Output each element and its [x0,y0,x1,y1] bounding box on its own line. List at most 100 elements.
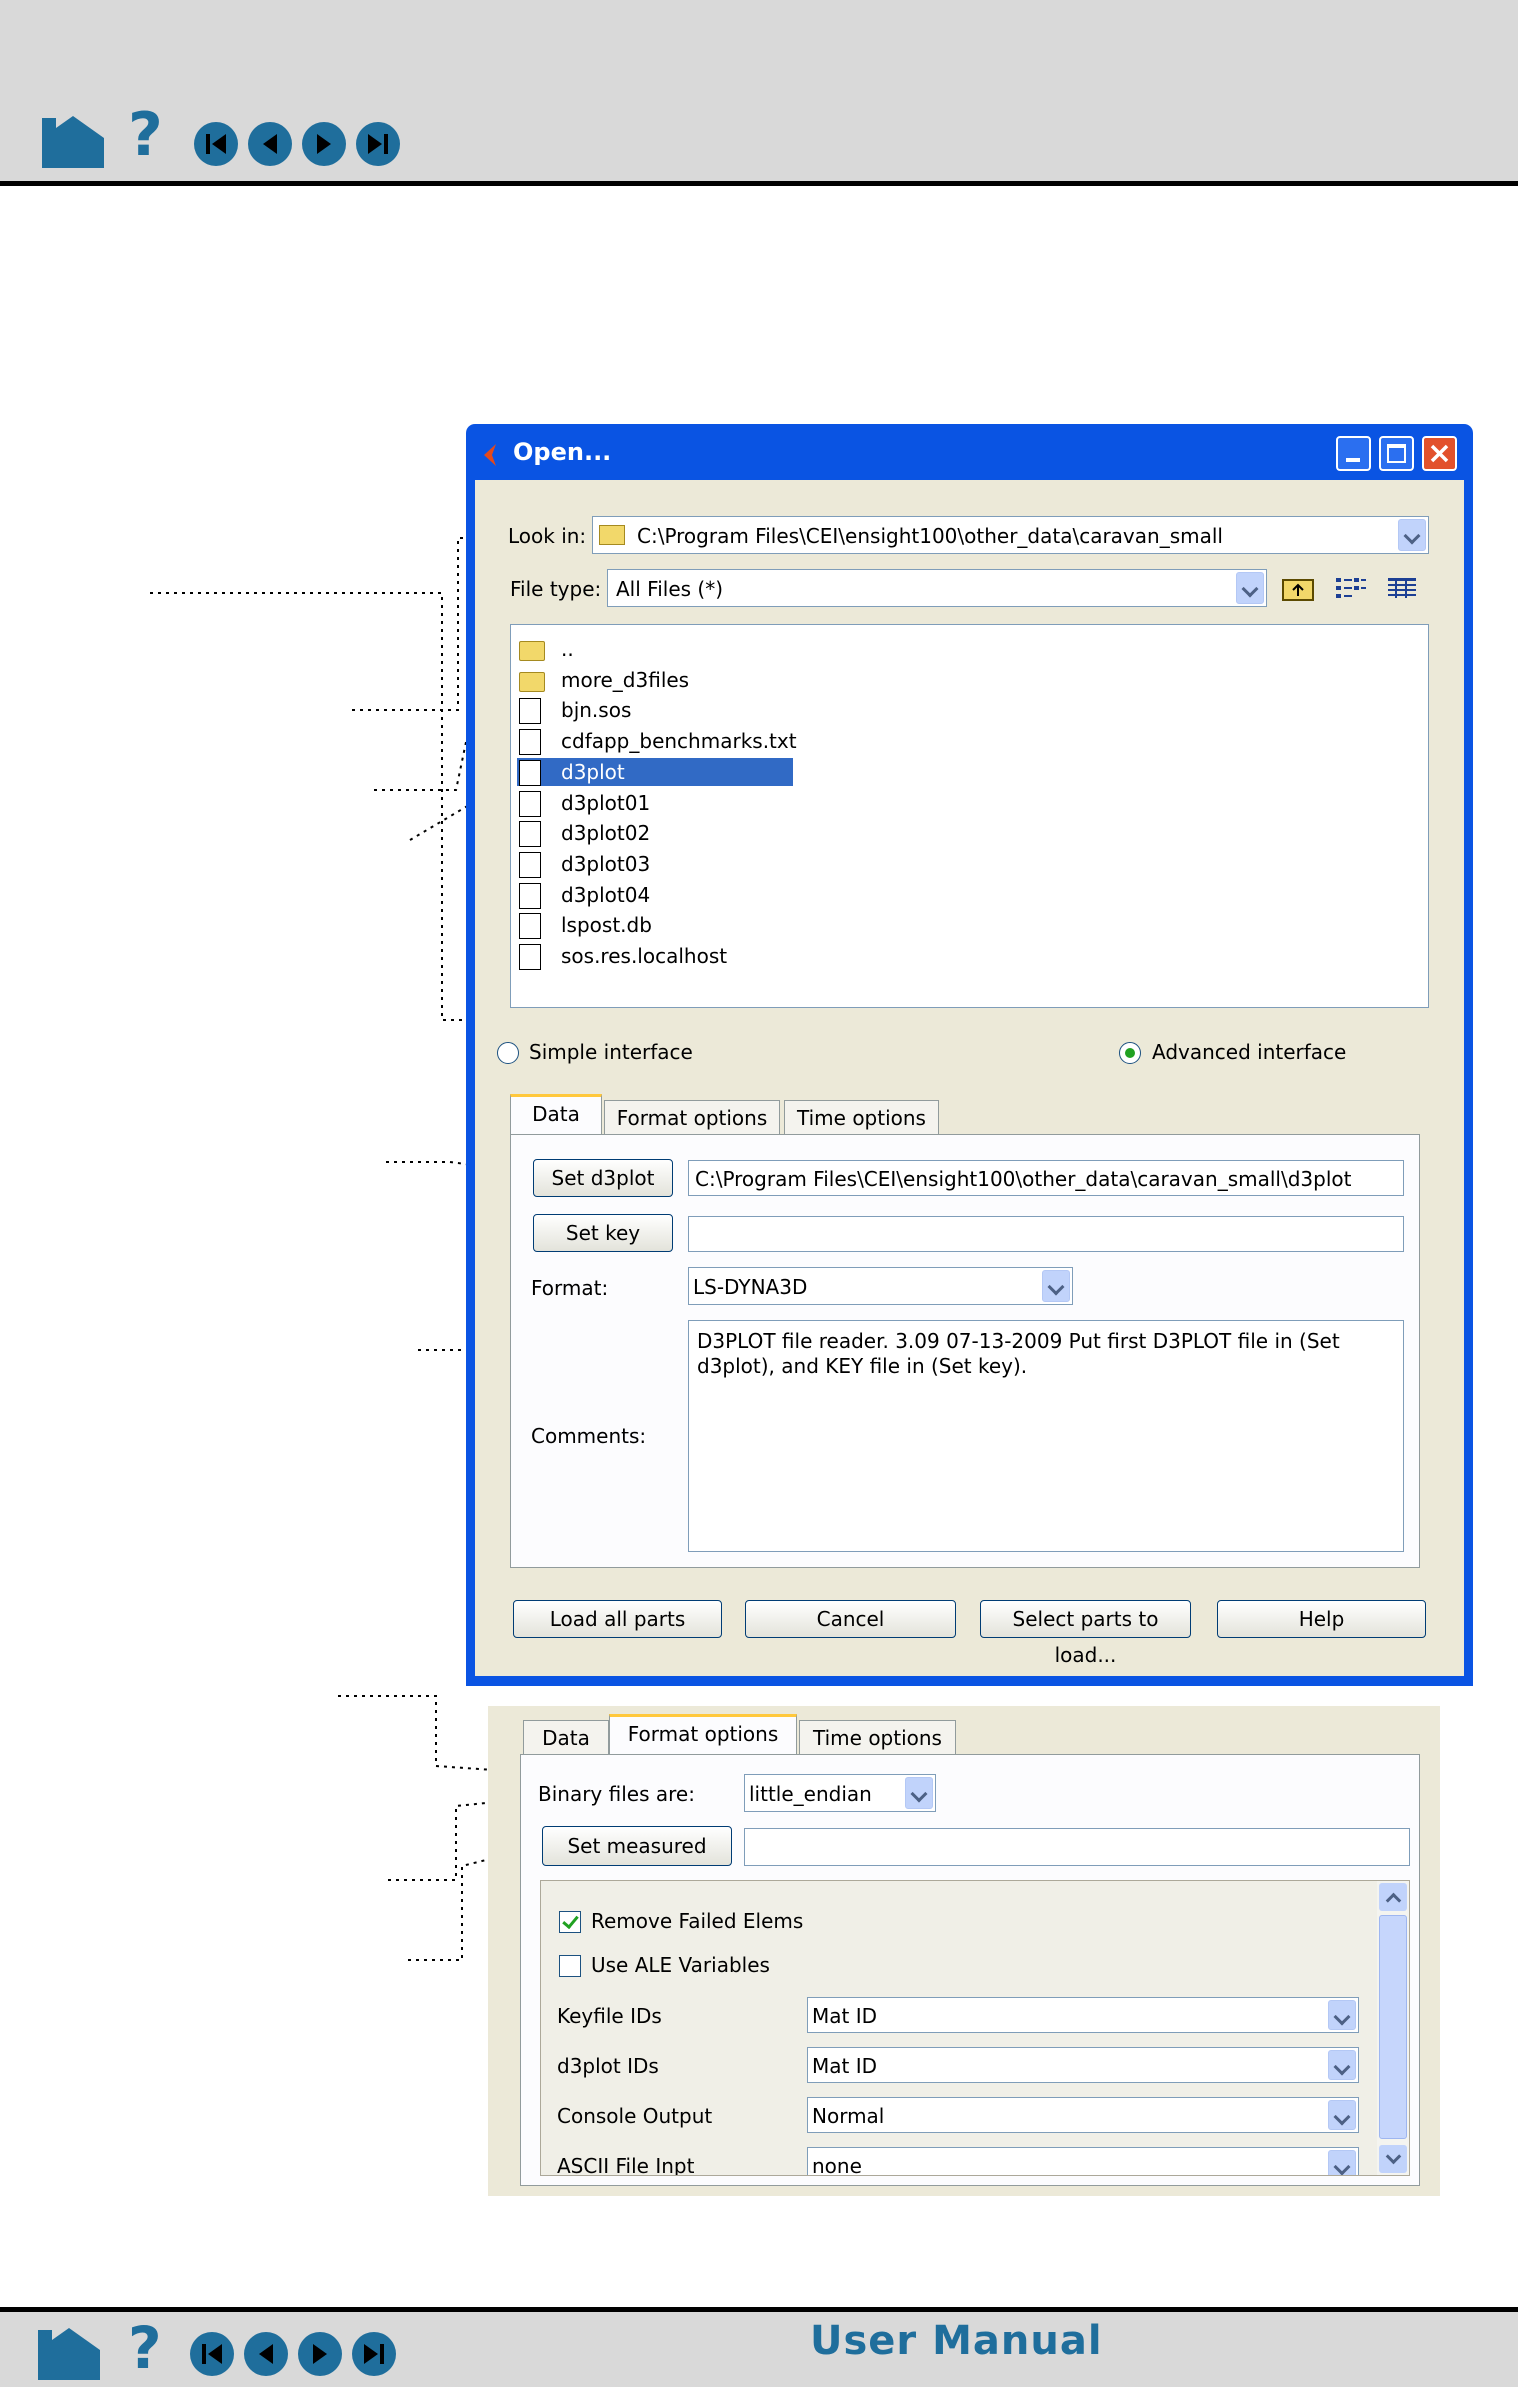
look-in-label: Look in: [508,524,587,548]
binary-files-value: little_endian [749,1782,872,1806]
option-value: Mat ID [812,2054,878,2078]
use-ale-label: Use ALE Variables [591,1953,770,1977]
scrollbar[interactable] [1377,1881,1409,2175]
advanced-interface-radio[interactable] [1119,1042,1141,1064]
chevron-down-icon[interactable] [905,1777,933,1809]
details-view-icon[interactable] [1387,576,1417,600]
tab-time-options[interactable]: Time options [799,1720,956,1756]
tab-format-options[interactable]: Format options [604,1100,780,1136]
tab-time-options[interactable]: Time options [784,1100,939,1136]
scroll-thumb[interactable] [1379,1915,1407,2139]
minimize-button[interactable] [1336,436,1371,471]
look-in-value: C:\Program Files\CEI\ensight100\other_da… [637,524,1223,548]
option-combo[interactable]: none [807,2147,1359,2176]
tab-data[interactable]: Data [510,1094,602,1134]
prev-page-icon[interactable] [244,2332,288,2376]
file-list[interactable]: .. more_d3files bjn.sos cdfapp_benchmarks.t… [510,624,1429,1008]
first-page-icon[interactable] [190,2332,234,2376]
option-label: Keyfile IDs [557,2004,662,2028]
select-parts-button[interactable]: Select parts to load... [980,1600,1191,1667]
set-measured-button[interactable]: Set measured [542,1826,732,1866]
list-item[interactable]: more_d3files [517,666,817,694]
chevron-down-icon[interactable] [1328,2000,1356,2030]
option-combo[interactable]: Mat ID [807,2047,1359,2083]
list-item[interactable]: bjn.sos [517,696,817,725]
app-logo-icon [484,444,496,466]
list-item[interactable]: d3plot [516,756,794,787]
list-item[interactable]: cdfapp_benchmarks.txt [517,727,817,756]
list-item-label: sos.res.localhost [561,944,728,968]
file-icon [519,790,541,817]
list-item-label: lspost.db [561,913,652,938]
list-item[interactable]: .. [517,635,817,663]
cancel-button[interactable]: Cancel [745,1600,956,1638]
option-combo[interactable]: Mat ID [807,1997,1359,2033]
chevron-down-icon[interactable] [1328,2150,1356,2175]
close-button[interactable] [1422,436,1457,471]
list-item[interactable]: d3plot02 [517,819,817,848]
dialog-title: Open... [513,438,612,466]
chevron-down-icon[interactable] [1398,519,1426,551]
remove-failed-checkbox[interactable] [559,1911,581,1933]
advanced-interface-label: Advanced interface [1152,1040,1347,1064]
list-item[interactable]: sos.res.localhost [517,942,817,970]
file-icon [519,851,541,878]
list-item[interactable]: d3plot04 [517,881,817,909]
folder-icon [519,641,545,661]
binary-files-label: Binary files are: [538,1782,695,1806]
format-value: LS-DYNA3D [693,1275,808,1299]
chevron-down-icon[interactable] [1042,1270,1070,1302]
remove-failed-label: Remove Failed Elems [591,1909,804,1933]
look-in-combo[interactable]: C:\Program Files\CEI\ensight100\other_da… [592,516,1429,554]
next-page-icon[interactable] [298,2332,342,2376]
chevron-down-icon[interactable] [1328,2100,1356,2130]
option-combo[interactable]: Normal [807,2097,1359,2133]
scroll-down-button[interactable] [1379,2145,1407,2173]
option-value: none [812,2154,862,2176]
comments-textarea[interactable]: D3PLOT file reader. 3.09 07-13-2009 Put … [688,1320,1404,1552]
scroll-up-button[interactable] [1379,1883,1407,1911]
folder-icon [599,525,625,545]
tab-data[interactable]: Data [523,1720,609,1756]
list-item-label: d3plot01 [561,790,651,815]
key-path-field[interactable] [688,1216,1404,1252]
last-page-icon[interactable] [352,2332,396,2376]
list-item[interactable]: lspost.db [517,911,817,940]
simple-interface-radio[interactable] [497,1042,519,1064]
format-label: Format: [531,1276,609,1300]
use-ale-checkbox[interactable] [559,1955,581,1977]
options-scroll-area[interactable]: Remove Failed Elems Use ALE Variables Ke… [540,1880,1410,2176]
maximize-button[interactable] [1379,436,1414,471]
chevron-down-icon[interactable] [1236,572,1264,604]
set-d3plot-button[interactable]: Set d3plot [533,1159,673,1197]
chevron-down-icon[interactable] [1328,2050,1356,2080]
list-item-label: cdfapp_benchmarks.txt [561,729,797,754]
list-item[interactable]: d3plot01 [517,789,817,817]
load-all-parts-button[interactable]: Load all parts [513,1600,722,1638]
file-icon [519,698,541,725]
file-icon [519,759,541,786]
help-button[interactable]: Help [1217,1600,1426,1638]
list-item-label: d3plot03 [561,851,651,876]
option-label: d3plot IDs [557,2054,659,2078]
d3plot-path-field[interactable]: C:\Program Files\CEI\ensight100\other_da… [688,1160,1404,1196]
file-type-combo[interactable]: All Files (*) [607,569,1267,607]
comments-text: D3PLOT file reader. 3.09 07-13-2009 Put … [697,1329,1340,1378]
measured-path-field[interactable] [744,1828,1410,1866]
list-item-label: d3plot04 [561,882,651,907]
tab-format-options[interactable]: Format options [609,1714,797,1754]
home-icon[interactable] [34,2324,104,2380]
up-folder-icon[interactable] [1281,574,1315,602]
format-combo[interactable]: LS-DYNA3D [688,1267,1073,1305]
option-label: Console Output [557,2104,713,2128]
help-icon[interactable]: ? [128,2314,162,2382]
list-item-label: bjn.sos [561,698,632,723]
list-view-icon[interactable] [1335,576,1367,600]
list-item-label: d3plot [561,759,625,784]
binary-files-combo[interactable]: little_endian [744,1774,936,1812]
file-type-label: File type: [510,577,602,601]
manual-title: User Manual [810,2318,1103,2364]
set-key-button[interactable]: Set key [533,1214,673,1252]
simple-interface-label: Simple interface [529,1040,693,1064]
list-item[interactable]: d3plot03 [517,850,817,878]
